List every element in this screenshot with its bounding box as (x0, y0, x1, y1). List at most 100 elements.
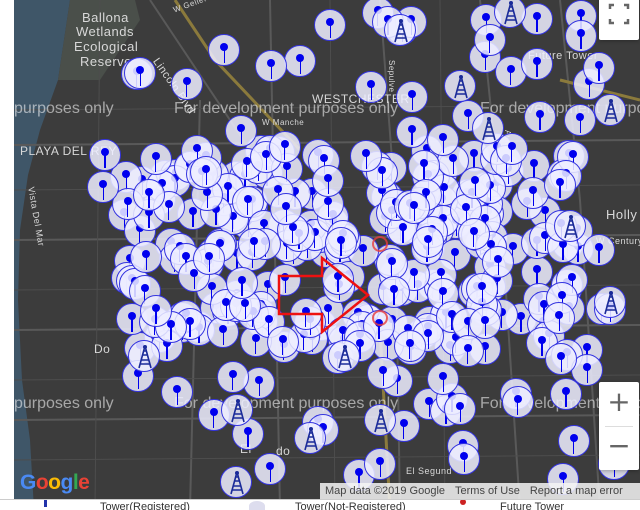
tower-unregistered-marker[interactable] (451, 334, 484, 367)
tower-unregistered-marker[interactable] (444, 392, 477, 425)
pin-stem (284, 145, 286, 160)
tower-unregistered-marker[interactable] (208, 33, 241, 66)
tower-unregistered-marker[interactable] (520, 2, 553, 35)
pin-stem (579, 119, 581, 134)
tower-registered-marker[interactable] (220, 466, 252, 498)
zoom-in-button[interactable]: + (599, 382, 639, 426)
pin-stem (459, 407, 461, 422)
tower-unregistered-marker[interactable] (255, 49, 288, 82)
pin-stem (559, 183, 561, 198)
tower-unregistered-marker[interactable] (355, 70, 388, 103)
tower-registered-marker[interactable] (364, 404, 396, 436)
tower-unregistered-marker[interactable] (87, 171, 120, 204)
pin-stem (423, 164, 425, 179)
pin-stem (381, 172, 384, 187)
tower-unregistered-marker[interactable] (543, 168, 576, 201)
tower-unregistered-marker[interactable] (314, 8, 347, 41)
blue-tower-icon (231, 399, 245, 423)
tower-unregistered-marker[interactable] (312, 165, 345, 198)
tower-unregistered-marker[interactable] (473, 23, 506, 56)
watermark: purposes only (14, 100, 114, 117)
pin-stem (442, 139, 444, 154)
tower-unregistered-marker[interactable] (393, 330, 426, 363)
tower-registered-marker[interactable] (472, 112, 504, 144)
tower-unregistered-marker[interactable] (459, 166, 492, 199)
tower-registered-marker[interactable] (384, 14, 416, 46)
pin-stem (208, 258, 210, 273)
pin-stem (539, 115, 541, 130)
pin-stem (489, 186, 491, 201)
tower-unregistered-marker[interactable] (395, 115, 428, 148)
tower-unregistered-marker[interactable] (254, 453, 287, 486)
tower-unregistered-marker[interactable] (448, 442, 481, 475)
blue-tower-icon (504, 1, 518, 25)
tower-registered-marker[interactable] (594, 286, 626, 318)
tower-unregistered-marker[interactable] (557, 424, 590, 457)
pin-stem (413, 273, 415, 288)
tower-unregistered-marker[interactable] (225, 266, 258, 299)
tower-unregistered-marker[interactable] (564, 19, 597, 52)
pin-stem (489, 38, 491, 53)
tower-unregistered-marker[interactable] (375, 247, 408, 280)
place-label: Ecological (74, 39, 139, 54)
tower-unregistered-marker[interactable] (130, 240, 163, 273)
pin-stem (127, 202, 129, 217)
pin-stem (409, 345, 411, 360)
tower-unregistered-marker[interactable] (225, 114, 258, 147)
zoom-out-button[interactable]: − (599, 426, 639, 470)
pin-stem (474, 181, 476, 196)
tower-unregistered-marker[interactable] (407, 149, 440, 182)
tower-unregistered-marker[interactable] (427, 362, 460, 395)
report-error-link[interactable]: Report a map error (525, 485, 628, 497)
tower-unregistered-marker[interactable] (501, 385, 534, 418)
pin-stem (481, 288, 484, 303)
pin-stem (155, 310, 157, 325)
pin-stem (511, 147, 513, 162)
pin-stem (403, 425, 405, 440)
map-canvas[interactable]: Ballona Wetlands Ecological Reserve Linc… (0, 0, 640, 509)
pin-stem (379, 463, 382, 478)
blue-tower-icon (482, 117, 496, 141)
tower-unregistered-marker[interactable] (190, 156, 223, 189)
tower-unregistered-marker[interactable] (216, 360, 249, 393)
tower-unregistered-marker[interactable] (238, 227, 271, 260)
road-label: W Manche (262, 118, 305, 127)
fullscreen-button[interactable] (599, 0, 639, 40)
pin-stem (255, 339, 257, 354)
tower-unregistered-marker[interactable] (427, 124, 460, 157)
pin-stem (560, 357, 562, 372)
tower-unregistered-marker[interactable] (88, 138, 121, 171)
tower-unregistered-marker[interactable] (132, 179, 165, 212)
tower-registered-marker[interactable] (594, 94, 626, 126)
tower-registered-marker[interactable] (328, 340, 360, 372)
red-pin-icon (460, 500, 466, 505)
pin-stem (411, 96, 414, 111)
tower-unregistered-marker[interactable] (139, 142, 172, 175)
tower-unregistered-marker[interactable] (170, 68, 203, 101)
terms-link[interactable]: Terms of Use (450, 485, 525, 497)
tower-registered-marker[interactable] (444, 70, 476, 102)
zoom-control: + − (599, 382, 639, 470)
tower-unregistered-marker[interactable] (412, 225, 445, 258)
tower-unregistered-marker[interactable] (268, 130, 301, 163)
tower-unregistered-marker[interactable] (139, 295, 172, 328)
tower-registered-marker[interactable] (221, 394, 253, 426)
tower-registered-marker[interactable] (128, 340, 160, 372)
tower-unregistered-marker[interactable] (457, 217, 490, 250)
google-logo[interactable]: Google (20, 471, 90, 495)
pin-stem (411, 130, 413, 145)
tower-unregistered-marker[interactable] (545, 342, 578, 375)
tower-unregistered-marker[interactable] (161, 375, 194, 408)
tower-unregistered-marker[interactable] (523, 100, 556, 133)
pin-stem (225, 303, 227, 318)
pin-stem (241, 281, 243, 296)
place-label: Ballona (82, 10, 129, 25)
pin-stem (192, 212, 194, 227)
blue-tower-icon (604, 99, 618, 123)
pin-stem (484, 348, 487, 363)
tower-registered-marker[interactable] (554, 210, 586, 242)
tower-registered-marker[interactable] (294, 422, 326, 454)
tower-unregistered-marker[interactable] (520, 47, 553, 80)
tower-unregistered-marker[interactable] (582, 52, 615, 85)
pin-stem (365, 155, 368, 170)
